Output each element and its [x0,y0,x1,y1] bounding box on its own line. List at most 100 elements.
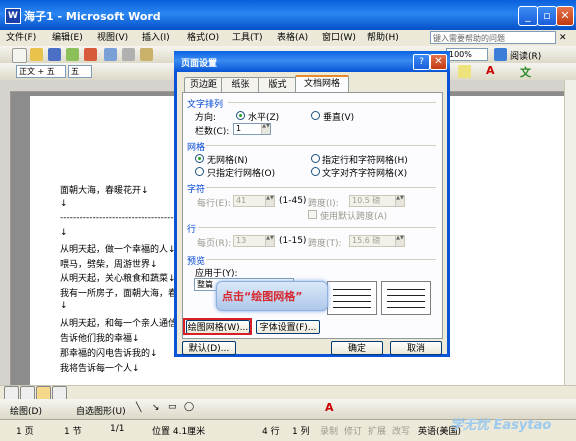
dialog-help-icon[interactable]: ? [413,54,430,70]
vertical-scrollbar[interactable] [564,80,576,385]
watermark-logo: 学无忧 Easytao [450,418,552,433]
permission-icon[interactable] [66,48,79,61]
lines-per-page-label: 每页(R): [197,239,232,249]
font-color-icon[interactable]: A [486,64,495,77]
dialog-title-bar[interactable]: 页面设置 [174,51,450,72]
line-icon[interactable]: ╲ [136,403,141,413]
status-ext[interactable]: 扩展 [368,424,386,437]
status-column: 1 列 [292,427,310,437]
vertical-radio[interactable] [311,111,320,120]
default-pitch-checkbox [308,210,317,219]
status-page: 1 页 [16,427,34,437]
line-pitch-value: 15.6 磅 [352,236,381,245]
new-document-icon[interactable] [12,48,27,63]
print-icon[interactable] [104,48,117,61]
spinner-arrows-icon: ▲▼ [265,196,274,206]
default-button[interactable]: 默认(D)... [182,341,236,355]
lines-per-page-value: 13 [236,236,247,245]
dialog-close-icon[interactable]: ✕ [430,54,447,70]
spelling-icon[interactable] [122,48,135,61]
doc-line: 从明天起，关心粮食和蔬菜↓ [60,274,176,284]
no-grid-label[interactable]: 无网格(N) [207,153,248,166]
direction-label: 方向: [195,113,217,123]
cut-icon[interactable] [140,48,153,61]
doc-line: 我将告诉每一个人↓ [60,364,140,374]
email-icon[interactable] [84,48,97,61]
menu-format[interactable]: 格式(O) [187,31,219,45]
divider [206,187,436,188]
help-search-input[interactable]: 键入需要帮助的问题 [430,31,556,44]
line-grid-only-radio[interactable] [195,167,204,176]
spinner-arrows-icon: ▲▼ [395,236,404,246]
arrow-icon[interactable]: ↘ [152,403,160,413]
status-ovr[interactable]: 改写 [392,424,410,437]
doc-line: 面朝大海，春暖花开↓ [60,186,149,196]
minimize-icon[interactable]: _ [518,6,538,26]
font-select[interactable]: 五 [68,65,92,78]
vertical-ruler[interactable] [0,91,11,385]
doc-line: 从明天起，做一个幸福的人↓ [60,245,176,255]
char-align-grid-label[interactable]: 文字对齐字符网格(X) [322,166,407,179]
rectangle-icon[interactable]: ▭ [168,402,177,412]
columns-value: 1 [236,124,242,133]
close-document-icon[interactable]: ✕ [559,33,567,43]
lines-per-page-input: 13 ▲▼ [233,235,275,247]
maximize-icon[interactable]: ▫ [537,6,557,26]
no-grid-radio[interactable] [195,154,204,163]
status-rec[interactable]: 录制 [320,424,338,437]
menu-table[interactable]: 表格(A) [277,31,308,45]
preview-page-2 [381,281,431,315]
horizontal-scrollbar[interactable] [0,385,576,401]
horizontal-radio-label[interactable]: 水平(Z) [248,110,279,123]
status-trk[interactable]: 修订 [344,424,362,437]
open-folder-icon[interactable] [30,48,43,61]
divider [198,227,436,228]
char-align-grid-radio[interactable] [311,167,320,176]
close-icon[interactable]: ✕ [556,6,574,26]
ok-button[interactable]: 确定 [331,341,383,355]
zoom-select[interactable]: 100% [446,48,488,61]
draw-menu-button[interactable]: 绘图(D) [10,404,42,417]
autoshapes-menu-button[interactable]: 自选图形(U) [76,404,126,417]
horizontal-radio[interactable] [236,111,245,120]
tab-margins[interactable]: 页边距 [184,77,223,93]
tab-paper[interactable]: 纸张 [221,77,260,93]
menu-edit[interactable]: 编辑(E) [52,31,83,45]
preview-line [333,307,371,308]
vertical-radio-label[interactable]: 垂直(V) [323,110,354,123]
menu-help[interactable]: 帮助(H) [367,31,399,45]
menu-file[interactable]: 文件(F) [6,31,36,45]
font-settings-button[interactable]: 字体设置(F)... [256,320,320,334]
read-mode-button[interactable]: 阅读(R) [510,49,541,62]
tab-layout[interactable]: 版式 [258,77,297,93]
cancel-button[interactable]: 取消 [390,341,442,355]
doc-line: 我有一所房子，面朝大海，春暖 [60,289,187,299]
menu-tools[interactable]: 工具(T) [232,31,263,45]
section-grid: 网格 [187,143,206,153]
section-lines: 行 [187,225,197,235]
chars-per-line-input: 41 ▲▼ [233,195,275,207]
columns-input[interactable]: 1 ▲▼ [233,123,271,135]
help-icon[interactable] [494,48,507,61]
spinner-arrows-icon[interactable]: ▲▼ [261,124,270,134]
section-text-direction: 文字排列 [187,100,224,110]
save-icon[interactable] [48,48,61,61]
doc-line: 喂马，劈柴，周游世界↓ [60,260,158,270]
preview-line [387,295,425,296]
chars-per-line-label: 每行(E): [197,199,231,209]
menu-view[interactable]: 视图(V) [97,31,128,45]
menu-window[interactable]: 窗口(W) [322,31,356,45]
oval-icon[interactable]: ◯ [184,402,194,412]
line-char-grid-label[interactable]: 指定行和字符网格(H) [322,153,408,166]
doc-line: ↓ [60,199,68,209]
line-char-grid-radio[interactable] [311,154,320,163]
line-pitch-input: 15.6 磅 ▲▼ [349,235,405,247]
phonetic-guide-icon[interactable]: 文 [520,64,531,80]
highlight-icon[interactable] [458,65,471,78]
word-app-icon[interactable]: W [5,8,21,24]
preview-line [333,295,371,296]
menu-insert[interactable]: 插入(I) [142,31,170,45]
style-select[interactable]: 正文 + 五 [16,65,66,78]
line-grid-only-label[interactable]: 只指定行网格(O) [207,166,275,179]
drawing-font-color-icon[interactable]: A [325,401,334,414]
